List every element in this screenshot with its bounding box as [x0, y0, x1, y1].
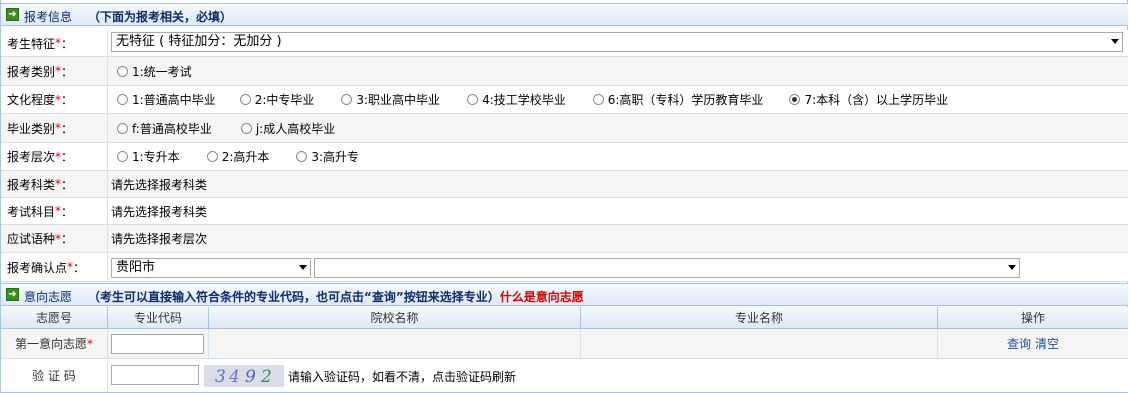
subject-category-label: 报考科类 *： [7, 177, 74, 192]
registration-form: ➜ 报考信息 （下面为报考相关，必填） 考生特征 *： 无特征 ( 特征加分：无加… [0, 0, 1128, 393]
captcha-label: 验 证 码 [1, 359, 108, 392]
row-feature: 考生特征 *： 无特征 ( 特征加分：无加分 ) [1, 30, 1128, 57]
education-radio-7[interactable]: 7:本科（含）以上学历毕业 [789, 91, 948, 108]
col-actions: 操作 [1020, 311, 1045, 325]
arrow-right-icon: ➜ [6, 288, 19, 301]
graduation-options: f:普通高校毕业 j:成人高校毕业 [117, 114, 359, 142]
section-header-registration: ➜ 报考信息 （下面为报考相关，必填） [1, 3, 1128, 26]
row-confirm-point: 报考确认点 *： 贵阳市 [1, 253, 1128, 282]
table-row: 第一意向志愿 * 查询 清空 [1, 329, 1128, 359]
captcha-digit: 3 [215, 367, 226, 387]
row-exam-subject: 考试科目 *： 请先选择报考科类 [1, 198, 1128, 225]
captcha-image[interactable]: 3 4 9 2 [204, 365, 284, 387]
education-radio-3[interactable]: 3:职业高中毕业 [341, 91, 440, 108]
captcha-digit: 2 [260, 367, 272, 387]
subject-category-value: 请先选择报考科类 [111, 177, 208, 192]
level-radio-3[interactable]: 3:高升专 [296, 148, 359, 165]
captcha-row: 验 证 码 3 4 9 2 请输入验证码，如看不清，点击验证码刷新 [1, 359, 1128, 392]
section-note: （考生可以直接输入符合条件的专业代码，也可点击“查询”按钮来选择专业）什么是意向… [88, 290, 584, 304]
chevron-down-icon [1111, 39, 1119, 44]
row-graduation: 毕业类别 *： f:普通高校毕业 j:成人高校毕业 [1, 114, 1128, 143]
graduation-radio-j[interactable]: j:成人高校毕业 [240, 120, 335, 137]
section-title: 意向志愿 [24, 290, 73, 304]
section-note: （下面为报考相关，必填） [88, 10, 233, 24]
captcha-graphic: 3 4 9 2 [204, 365, 284, 387]
education-radio-2[interactable]: 2:中专毕业 [239, 91, 314, 108]
school-name-cell [209, 329, 581, 358]
captcha-digit: 9 [245, 367, 256, 387]
section-header-intent: ➜ 意向志愿 （考生可以直接输入符合条件的专业代码，也可点击“查询”按钮来选择专… [1, 283, 1128, 306]
graduation-radio-f[interactable]: f:普通高校毕业 [117, 120, 212, 137]
education-label: 文化程度 *： [7, 92, 74, 108]
row-subject-category: 报考科类 *： 请先选择报考科类 [1, 171, 1128, 198]
what-is-intent-link[interactable]: 什么是意向志愿 [500, 290, 584, 304]
actions-cell: 查询 清空 [938, 329, 1128, 358]
captcha-input[interactable] [111, 365, 199, 385]
education-radio-6[interactable]: 6:高职（专科）学历教育毕业 [592, 91, 763, 108]
language-value: 请先选择报考层次 [111, 232, 208, 246]
query-link[interactable]: 查询 [1007, 335, 1031, 352]
row-education: 文化程度 *： 1:普通高中毕业 2:中专毕业 3:职业高中毕业 4:技工学校毕业… [1, 86, 1128, 114]
section-title: 报考信息 [24, 10, 73, 24]
education-radio-4[interactable]: 4:技工学校毕业 [467, 91, 566, 108]
feature-select[interactable]: 无特征 ( 特征加分：无加分 ) [111, 32, 1123, 52]
language-label: 应试语种 *： [7, 231, 74, 247]
graduation-label: 毕业类别 *： [7, 121, 74, 136]
captcha-digit: 4 [228, 367, 240, 387]
level-radio-1[interactable]: 1:专升本 [117, 148, 180, 165]
city-select[interactable]: 贵阳市 [111, 258, 311, 278]
exam-subject-value: 请先选择报考科类 [111, 204, 208, 219]
col-choice-no: 志愿号 [1, 307, 108, 328]
table-header: 志愿号 专业代码 院校名称 专业名称 操作 [1, 307, 1128, 329]
category-label: 报考类别 *： [7, 64, 74, 79]
feature-label: 考生特征 *： [7, 36, 74, 51]
education-options: 1:普通高中毕业 2:中专毕业 3:职业高中毕业 4:技工学校毕业 6:高职（专… [117, 86, 972, 113]
confirm-point-label: 报考确认点 *： [7, 260, 86, 275]
row-category: 报考类别 *： 1:统一考试 [1, 57, 1128, 86]
confirm-point-select[interactable] [314, 258, 1020, 278]
first-intent-label: 第一意向志愿 * [1, 329, 108, 358]
major-name-cell [581, 329, 938, 358]
row-level: 报考层次 *： 1:专升本 2:高升本 3:高升专 [1, 143, 1128, 171]
clear-link[interactable]: 清空 [1035, 335, 1059, 352]
exam-subject-label: 考试科目 *： [7, 204, 74, 219]
chevron-down-icon [299, 265, 307, 270]
col-major-code: 专业代码 [108, 307, 209, 328]
captcha-hint: 请输入验证码，如看不清，点击验证码刷新 [288, 370, 517, 384]
major-code-input[interactable] [111, 334, 204, 354]
education-radio-1[interactable]: 1:普通高中毕业 [117, 91, 216, 108]
level-radio-2[interactable]: 2:高升本 [206, 148, 269, 165]
level-label: 报考层次 *： [7, 149, 74, 165]
arrow-right-icon: ➜ [6, 8, 19, 21]
level-options: 1:专升本 2:高升本 3:高升专 [117, 143, 383, 170]
category-options: 1:统一考试 [117, 57, 216, 85]
col-school-name: 院校名称 [209, 307, 581, 328]
chevron-down-icon [1008, 265, 1016, 270]
col-major-name: 专业名称 [581, 307, 938, 328]
category-radio-1[interactable]: 1:统一考试 [117, 63, 192, 80]
row-language: 应试语种 *： 请先选择报考层次 [1, 225, 1128, 253]
